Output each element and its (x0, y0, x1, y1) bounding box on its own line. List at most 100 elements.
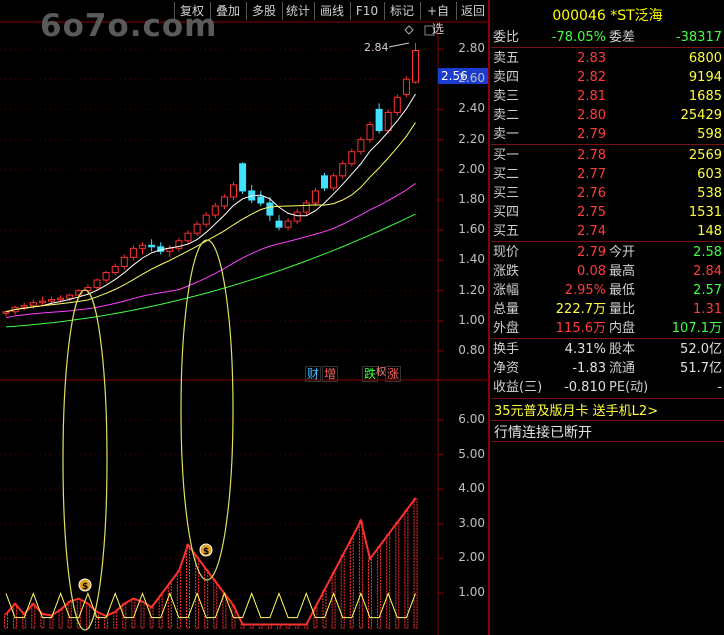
toolbar-button-3[interactable]: 统计 (282, 2, 313, 20)
indicator-axis-label: 5.00 (458, 446, 485, 461)
toolbar-button-5[interactable]: F10 (350, 2, 383, 20)
orderbook-label: 卖三 (493, 89, 520, 104)
ma5-line (5, 93, 416, 313)
price-axis-label: 1.40 (458, 252, 485, 267)
stats-row: 现价 2.79 今开 2.58 (491, 243, 724, 262)
indicator-bar (204, 568, 209, 629)
chart-area[interactable]: 2.84 $ $ (0, 0, 490, 635)
price-axis-label: 2.80 (458, 41, 485, 55)
candle-body (129, 247, 137, 258)
orderbook-price: 2.83 (577, 51, 606, 66)
candle-body (412, 50, 419, 83)
orderbook-row: 买五 2.74 148 (491, 222, 724, 241)
orderbook-row: 卖二 2.80 25429 (491, 106, 724, 125)
orderbook-label: 买四 (493, 205, 520, 220)
candle-body (366, 124, 374, 141)
toolbar-button-8[interactable]: 返回 (456, 2, 489, 20)
candle-body (293, 211, 301, 222)
toolbar-button-7[interactable]: +自选 (420, 2, 455, 36)
event-tag[interactable]: 财 (305, 366, 322, 382)
indicator-bar (158, 594, 163, 629)
indicator-axis-label: 1.00 (458, 585, 485, 599)
toolbar-button-1[interactable]: 叠加 (210, 2, 245, 20)
stats-row: 涨跌 0.08 最高 2.84 (491, 262, 724, 281)
indicator-bar (222, 592, 227, 629)
candle-body (348, 151, 356, 165)
stat-label: 股本 (609, 342, 636, 357)
stats-row: 外盘 115.6万 内盘 107.1万 (491, 319, 724, 338)
indicator-bar (176, 570, 181, 629)
stat-label: 外盘 (493, 321, 520, 336)
stat-value: -0.810 (564, 380, 606, 395)
stat-value: 2.95% (564, 283, 606, 298)
orderbook-price: 2.75 (577, 205, 606, 220)
event-tag[interactable]: 增 (322, 366, 339, 382)
price-axis-label: 2.40 (458, 101, 485, 116)
candle-body (266, 202, 274, 216)
stat-label: 涨跌 (493, 264, 520, 279)
fundamentals-row: 换手 4.31% 股本 52.0亿 (491, 340, 724, 359)
orderbook-row: 买三 2.76 538 (491, 184, 724, 203)
orderbook-price: 2.78 (577, 148, 606, 163)
ma10-line (5, 122, 416, 313)
candle-body (339, 163, 347, 177)
panel-divider (491, 47, 724, 48)
promo-link[interactable]: 35元普及版月卡 送手机L2> (494, 400, 658, 419)
candle-body (393, 96, 401, 113)
candle-body (384, 111, 392, 132)
orderbook-label: 买五 (493, 224, 520, 239)
orderbook-price: 2.82 (577, 70, 606, 85)
event-tag[interactable]: 涨 (385, 366, 402, 382)
toolbar-button-2[interactable]: 多股 (246, 2, 281, 20)
candle-body (375, 108, 383, 132)
event-tag[interactable]: 权 (375, 366, 387, 380)
high-price-pointer (388, 42, 410, 48)
toolbar-button-0[interactable]: 复权 (174, 2, 209, 20)
indicator-axis-label: 2.00 (458, 550, 485, 565)
price-axis-label: 2.00 (458, 161, 485, 176)
orderbook-price: 2.74 (577, 224, 606, 239)
toolbar-button-6[interactable]: 标记 (384, 2, 419, 20)
indicator-bar (386, 534, 391, 629)
stat-label: 最低 (609, 283, 636, 298)
stat-value: 51.7亿 (680, 361, 722, 376)
stats-row: 涨幅 2.95% 最低 2.57 (491, 281, 724, 300)
price-axis-label: 1.80 (458, 192, 485, 206)
candle-body (284, 220, 292, 228)
indicator-bar (131, 598, 136, 629)
stock-title[interactable]: 000046 *ST泛海 (491, 5, 724, 25)
candle-body (220, 196, 228, 207)
weibi-label: 委比 (493, 30, 520, 45)
panel-divider (491, 420, 724, 421)
orderbook-row: 买四 2.75 1531 (491, 203, 724, 222)
indicator-bar (58, 609, 63, 629)
orderbook-volume: 148 (697, 224, 722, 239)
stat-value: - (717, 380, 722, 395)
toolbar-button-4[interactable]: 画线 (314, 2, 349, 20)
stat-value: -1.83 (572, 361, 606, 376)
orderbook-price: 2.76 (577, 186, 606, 201)
candle-body (230, 184, 237, 198)
stat-value: 107.1万 (671, 321, 722, 336)
orderbook-label: 卖一 (493, 127, 520, 142)
price-axis-label: 0.80 (458, 343, 485, 357)
candle-body (20, 305, 28, 308)
indicator-bar (358, 520, 363, 629)
candle-body (29, 302, 37, 307)
fundamentals-row: 净资 -1.83 流通 51.7亿 (491, 359, 724, 378)
orderbook-label: 卖二 (493, 108, 520, 123)
candle-body (102, 271, 110, 281)
indicator-bar (404, 509, 409, 629)
orderbook-volume: 1531 (688, 205, 722, 220)
orderbook-volume: 603 (697, 167, 722, 182)
stat-value: 4.31% (564, 342, 606, 357)
panel-divider (491, 398, 724, 399)
orderbook-volume: 25429 (680, 108, 722, 123)
money-bag-symbol: $ (82, 582, 88, 592)
stat-label: 现价 (493, 245, 520, 260)
indicator-bar (395, 521, 400, 629)
indicator-bar (4, 613, 8, 629)
weibi-row: 委比 -78.05% 委差 -38317 (491, 28, 724, 47)
candle-body (57, 297, 65, 301)
stat-value: 2.84 (693, 264, 722, 279)
